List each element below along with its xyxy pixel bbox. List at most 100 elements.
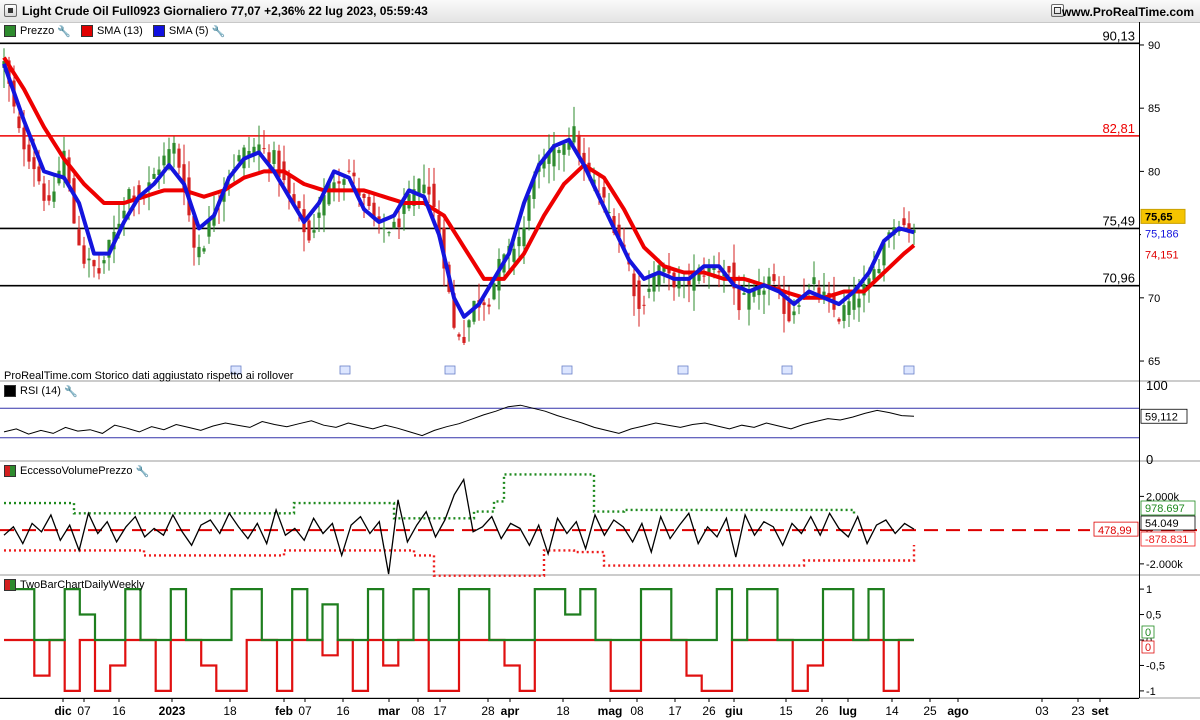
wrench-icon[interactable]: 🔧: [64, 385, 78, 398]
candle: [467, 320, 471, 328]
x-tick-label: dic: [54, 704, 72, 718]
wrench-icon[interactable]: 🔧: [57, 25, 71, 38]
volume-excess-panel[interactable]: 2.000k0-2.000k478,99978.69754.049-878.83…: [0, 473, 1200, 577]
legend-item-sma13[interactable]: SMA (13): [77, 25, 143, 37]
candle: [237, 155, 241, 162]
x-tick-label: 16: [112, 704, 126, 718]
x-tick-label: apr: [501, 704, 520, 718]
x-tick-label: 18: [223, 704, 237, 718]
x-tick-label: 23: [1071, 704, 1085, 718]
candle: [702, 275, 706, 277]
candle: [562, 143, 566, 155]
x-tick-label: lug: [839, 704, 857, 718]
legend-label-rsi: RSI (14): [20, 385, 61, 397]
candle: [842, 305, 846, 321]
legend-item-twobar[interactable]: TwoBarChartDailyWeekly: [0, 579, 145, 591]
candle: [382, 227, 386, 229]
candle: [172, 142, 176, 154]
sma13-line: [2, 56, 916, 300]
sma13-swatch: [80, 25, 93, 37]
candle: [557, 149, 561, 154]
rsi-legend: RSI (14) 🔧: [0, 383, 84, 399]
candle: [812, 277, 816, 285]
x-tick-label: 07: [298, 704, 312, 718]
level-label: 90,13: [1102, 28, 1135, 43]
candle: [512, 248, 516, 262]
level-label: 75,49: [1102, 213, 1135, 228]
x-tick-label: 17: [433, 704, 447, 718]
candle: [47, 195, 51, 201]
candle: [877, 268, 881, 274]
candle: [857, 298, 861, 308]
wrench-icon[interactable]: 🔧: [136, 465, 150, 478]
legend-item-price[interactable]: Prezzo 🔧: [0, 25, 71, 38]
candle: [482, 302, 486, 306]
price-tick-label: 65: [1148, 356, 1160, 368]
candle: [602, 187, 606, 198]
candle: [22, 127, 26, 150]
rsi-panel[interactable]: 0 100 59,112: [0, 378, 1200, 467]
twobar-tick-label: 1: [1146, 584, 1152, 596]
candle: [837, 318, 841, 322]
candle: [747, 291, 751, 310]
candle: [522, 227, 526, 247]
price-panel[interactable]: 90,1382,8175,4970,9665707580859075,6575,…: [0, 28, 1200, 382]
candle: [72, 178, 76, 224]
volume-lower-band: [4, 545, 916, 577]
legend-item-volume[interactable]: EccessoVolumePrezzo 🔧: [0, 465, 149, 478]
twobar-legend: TwoBarChartDailyWeekly: [0, 577, 151, 593]
candle: [162, 155, 166, 166]
x-tick-label: giu: [725, 704, 743, 718]
candle: [487, 304, 491, 307]
candle: [397, 218, 401, 228]
x-tick-label: 15: [779, 704, 793, 718]
candle: [32, 157, 36, 170]
twobar-tick-label: 0,5: [1146, 610, 1161, 622]
candle: [342, 179, 346, 185]
candle: [37, 166, 41, 182]
legend-item-sma5[interactable]: SMA (5) 🔧: [149, 25, 225, 38]
rsi-swatch: [4, 385, 16, 397]
candle: [87, 258, 91, 261]
candle: [272, 150, 276, 165]
x-tick-label: 28: [481, 704, 495, 718]
price-legend: Prezzo 🔧 SMA (13) SMA (5) 🔧: [0, 23, 231, 39]
x-tick-label: 08: [411, 704, 425, 718]
volume-last-value-label: 978.697: [1145, 503, 1185, 515]
volume-level-label: 478,99: [1098, 525, 1132, 537]
legend-item-rsi[interactable]: RSI (14) 🔧: [0, 385, 78, 398]
x-tick-label: 07: [77, 704, 91, 718]
wrench-icon[interactable]: 🔧: [212, 25, 226, 38]
website-label[interactable]: www.ProRealTime.com: [1062, 5, 1194, 19]
candle: [727, 266, 731, 273]
candle: [457, 334, 461, 337]
candle: [392, 221, 396, 229]
candle: [772, 274, 776, 282]
candle: [647, 288, 651, 292]
candle: [527, 195, 531, 221]
candle: [517, 236, 521, 247]
x-tick-label: ago: [947, 704, 968, 718]
candle: [92, 260, 96, 267]
volume-last-value-label: -878.831: [1145, 534, 1188, 546]
legend-label-price: Prezzo: [20, 25, 55, 37]
candle: [97, 268, 101, 274]
candle: [202, 248, 206, 252]
twobar-swatch: [4, 579, 16, 591]
candle: [347, 170, 351, 172]
price-swatch: [4, 25, 16, 37]
candle: [197, 246, 201, 258]
x-tick-label: set: [1091, 704, 1108, 718]
rsi-tick-label: 0: [1146, 452, 1153, 467]
volume-swatch: [4, 465, 16, 477]
event-marker-icon: [677, 365, 689, 375]
candle: [462, 336, 466, 343]
rsi-last-value-label: 59,112: [1145, 411, 1178, 423]
candle: [352, 172, 356, 177]
candle: [847, 301, 851, 315]
twobar-panel[interactable]: 10,50-0,5-100: [0, 584, 1200, 699]
sma5-swatch: [152, 25, 165, 37]
candle: [77, 229, 81, 246]
candle: [297, 201, 301, 209]
minimize-window-button[interactable]: [4, 4, 17, 17]
